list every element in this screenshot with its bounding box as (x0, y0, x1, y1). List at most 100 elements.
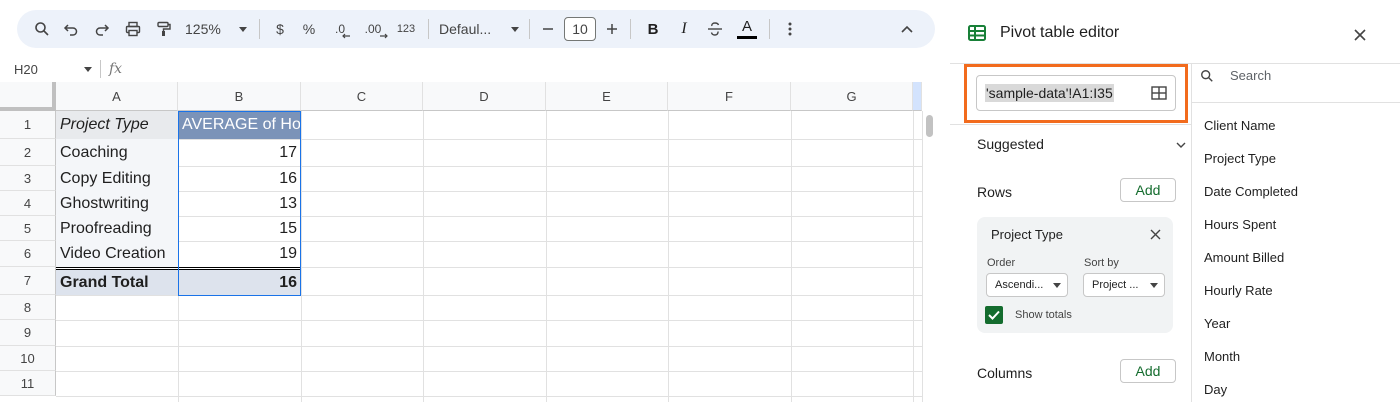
percent-format-button[interactable]: % (294, 15, 324, 43)
field-item[interactable]: Hours Spent (1204, 208, 1298, 241)
increase-font-size-button[interactable] (600, 15, 624, 43)
font-value: Defaul... (439, 21, 492, 37)
font-select[interactable]: Defaul... (435, 15, 523, 43)
decrease-font-size-button[interactable] (536, 15, 560, 43)
currency-format-button[interactable]: $ (266, 15, 294, 43)
add-row-button[interactable]: Add (1120, 178, 1176, 202)
increase-decimal-label: .00 (364, 22, 382, 36)
strikethrough-button[interactable] (699, 15, 731, 43)
select-all-corner[interactable] (0, 82, 56, 111)
field-item[interactable]: Client Name (1204, 109, 1298, 142)
pivot-row-label[interactable]: Video Creation (56, 241, 178, 267)
toolbar-divider (529, 19, 530, 39)
field-item[interactable]: Hourly Rate (1204, 274, 1298, 307)
field-item[interactable]: Date Completed (1204, 175, 1298, 208)
pivot-row-label[interactable]: Coaching (56, 139, 178, 166)
caret-down-icon (84, 66, 92, 72)
check-icon (988, 310, 1000, 320)
grand-total-label[interactable]: Grand Total (56, 270, 178, 295)
pivot-row-label[interactable]: Copy Editing (56, 166, 178, 191)
panel-header: Pivot table editor (968, 24, 1119, 42)
range-selection-outline (178, 111, 301, 296)
decrease-decimal-button[interactable]: .0 (324, 15, 356, 43)
row-header-7[interactable]: 7 (0, 267, 56, 295)
field-item[interactable]: Amount Billed (1204, 241, 1298, 274)
formula-input[interactable] (122, 57, 935, 81)
suggested-section-toggle[interactable]: Suggested (977, 136, 1044, 152)
toolbar-divider (630, 19, 631, 39)
gridline (913, 111, 914, 402)
caret-down-icon (1053, 282, 1061, 288)
text-color-button[interactable]: A (731, 15, 763, 43)
row-header-5[interactable]: 5 (0, 216, 56, 241)
caret-down-icon (1150, 282, 1158, 288)
row-header-1[interactable]: 1 (0, 111, 56, 139)
column-header-b[interactable]: B (178, 82, 301, 111)
scrollbar-thumb[interactable] (926, 115, 933, 137)
gridline (56, 396, 922, 397)
spreadsheet-grid[interactable]: A B C D E F G 1 2 3 4 5 6 7 8 9 10 11 Pr… (0, 82, 935, 402)
order-select[interactable]: Ascendi... (986, 273, 1068, 297)
order-value: Ascendi... (995, 279, 1044, 291)
search-menus-button[interactable] (29, 15, 55, 43)
column-header-f[interactable]: F (668, 82, 791, 111)
fx-icon: fx (109, 61, 123, 77)
data-range-input[interactable]: 'sample-data'!A1:I35 (976, 75, 1176, 111)
search-icon (35, 22, 49, 36)
collapse-toolbar-button[interactable] (893, 15, 921, 43)
italic-button[interactable]: I (669, 15, 699, 43)
column-header-partial[interactable] (913, 82, 922, 111)
add-column-button[interactable]: Add (1120, 359, 1176, 383)
more-options-button[interactable] (776, 15, 804, 43)
show-totals-checkbox[interactable] (985, 306, 1003, 324)
zoom-select[interactable]: 125% (179, 15, 253, 43)
font-size-value: 10 (572, 21, 588, 37)
row-header-3[interactable]: 3 (0, 166, 56, 191)
arrow-right-icon (380, 33, 388, 39)
sort-by-select[interactable]: Project ... (1083, 273, 1165, 297)
pivot-row-label[interactable]: Ghostwriting (56, 191, 178, 216)
column-header-a[interactable]: A (56, 82, 178, 111)
print-button[interactable] (117, 15, 149, 43)
close-panel-button[interactable] (1354, 28, 1366, 46)
toolbar-divider (769, 19, 770, 39)
field-item[interactable]: Day (1204, 373, 1298, 406)
row-header-8[interactable]: 8 (0, 295, 56, 320)
row-field-card: Project Type Order Ascendi... Sort by Pr… (977, 217, 1173, 333)
increase-decimal-button[interactable]: .00 (356, 15, 390, 43)
field-item[interactable]: Project Type (1204, 142, 1298, 175)
row-header-10[interactable]: 10 (0, 346, 56, 371)
pivot-header-project-type[interactable]: Project Type (56, 111, 178, 139)
gridline (56, 346, 922, 347)
undo-button[interactable] (55, 15, 87, 43)
more-formats-button[interactable]: 123 (390, 15, 422, 43)
close-icon (1354, 29, 1366, 41)
column-header-e[interactable]: E (546, 82, 668, 111)
column-header-g[interactable]: G (791, 82, 913, 111)
gridline (546, 111, 547, 402)
select-range-icon (1151, 86, 1167, 100)
redo-button[interactable] (87, 15, 117, 43)
field-item[interactable]: Year (1204, 307, 1298, 340)
bold-button[interactable]: B (637, 15, 669, 43)
redo-icon (95, 24, 110, 36)
vertical-scrollbar[interactable] (922, 111, 935, 402)
field-item[interactable]: Month (1204, 340, 1298, 373)
pivot-row-label[interactable]: Proofreading (56, 216, 178, 241)
rows-section-label: Rows (977, 184, 1013, 200)
paint-format-button[interactable] (149, 15, 179, 43)
toolbar-divider (428, 19, 429, 39)
row-header-11[interactable]: 11 (0, 371, 56, 396)
row-header-2[interactable]: 2 (0, 139, 56, 166)
row-header-6[interactable]: 6 (0, 241, 56, 267)
column-header-c[interactable]: C (301, 82, 423, 111)
name-box[interactable]: H20 (0, 57, 100, 81)
paint-format-icon (157, 21, 171, 36)
toolbar: 125% $ % .0 .00 123 Defaul... 10 B I A (17, 10, 935, 48)
field-search-input[interactable]: Search (1200, 68, 1271, 83)
row-header-4[interactable]: 4 (0, 191, 56, 216)
column-header-d[interactable]: D (423, 82, 546, 111)
font-size-input[interactable]: 10 (564, 17, 596, 41)
row-header-9[interactable]: 9 (0, 320, 56, 346)
remove-row-field-button[interactable] (1150, 227, 1161, 245)
